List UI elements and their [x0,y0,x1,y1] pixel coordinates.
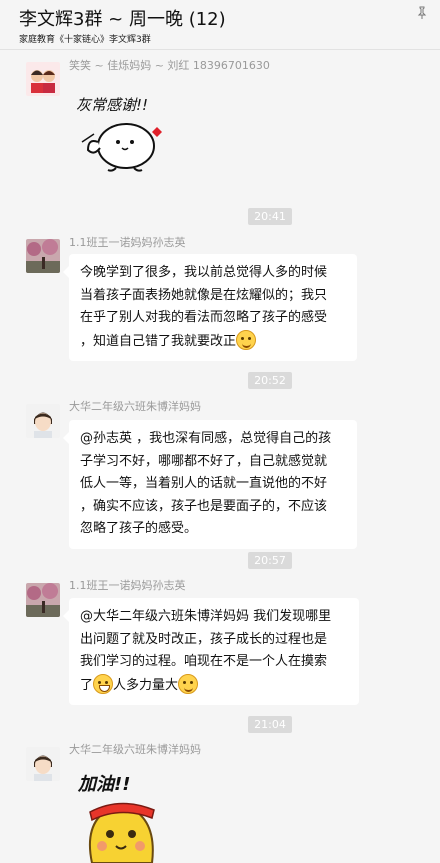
sticker-text: 加油!! [77,774,130,795]
message-line: 人多力量大 [113,677,179,693]
message-line: ，确实不应该，孩子也是要面子的，不应该 [80,498,328,514]
chat-title[interactable]: 李文辉3群 ~ 周一晚 (12) [19,9,226,31]
timestamp: 20:41 [248,208,292,225]
timestamp: 20:52 [248,372,292,389]
avatar[interactable] [26,239,60,273]
message-bubble[interactable]: @孙志英 ，我也深有同感，总觉得自己的孩 子学习不好，哪哪都不好了，自己就感觉就… [63,420,357,549]
grin-emoji-icon [93,673,114,694]
chat-header: 李文辉3群 ~ 周一晚 (12) 家庭教育《十家链心》李文辉3群 [0,0,440,50]
message-bubble[interactable]: 今晚学到了很多，我以前总觉得人多的时候 当着孩子面表扬她就像是在炫耀似的；我只 … [63,254,357,361]
sender-name: 大华二年级六班朱博洋妈妈 [69,743,201,756]
sticker-image: 灰常感谢!! [70,84,170,174]
message-line: 了 [80,677,94,693]
sender-name: 大华二年级六班朱博洋妈妈 [69,400,201,413]
timestamp: 21:04 [248,716,292,733]
message-line: @孙志英 ，我也深有同感，总觉得自己的孩 [80,431,332,446]
avatar[interactable] [26,583,60,617]
timestamp: 20:57 [248,552,292,569]
smile-emoji-icon [236,329,257,350]
message-line: 我们学习的过程。咱现在不是一个人在摸索 [80,654,328,669]
avatar[interactable] [26,404,60,438]
message-line: 忽略了孩子的感受。 [80,521,198,536]
sticker-text: 灰常感谢!! [76,96,148,114]
message-line: 在乎了别人对我的看法而忽略了孩子的感受 [80,310,328,325]
message-line: @大华二年级六班朱博洋妈妈 我们发现哪里 [80,609,332,624]
smile-emoji-icon [178,673,199,694]
sender-name: 1.1班王一诺妈妈孙志英 [69,579,186,592]
message-line: 当着孩子面表扬她就像是在炫耀似的；我只 [80,287,328,303]
chat-subtitle: 家庭教育《十家链心》李文辉3群 [19,35,151,45]
message-line: ，知道自己错了我就要改正 [80,333,237,349]
message-bubble[interactable]: @大华二年级六班朱博洋妈妈 我们发现哪里 出问题了就及时改正，孩子成长的过程也是… [63,598,359,705]
message-line: 今晚学到了很多，我以前总觉得人多的时候 [80,265,328,280]
message-line: 低人一等，当着别人的话就一直说他的不好 [80,476,328,491]
sender-name: 1.1班王一诺妈妈孙志英 [69,236,186,249]
pin-icon[interactable] [414,6,430,20]
sticker-image: 加油!! [72,766,168,863]
sender-name: 笑笑 ~ 佳烁妈妈 ~ 刘红 18396701630 [69,59,270,72]
avatar[interactable] [26,62,60,96]
message-line: 出问题了就及时改正，孩子成长的过程也是 [80,631,328,647]
message-line: 子学习不好，哪哪都不好了，自己就感觉就 [80,453,328,469]
avatar[interactable] [26,747,60,781]
